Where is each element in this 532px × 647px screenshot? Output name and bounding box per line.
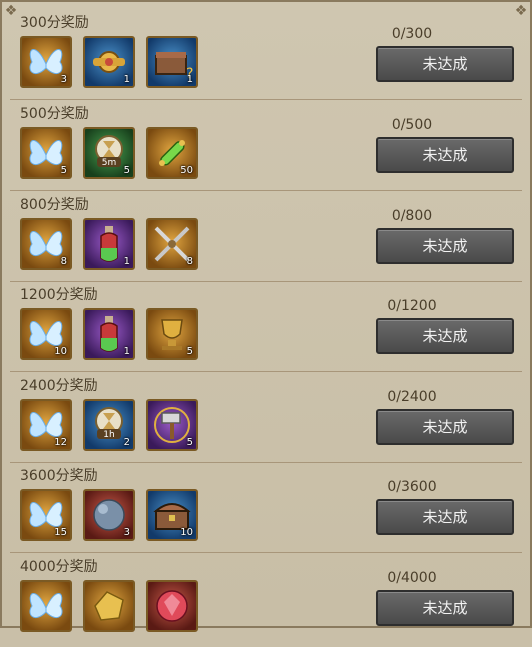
row-divider [10, 371, 522, 372]
item-count: 15 [54, 527, 67, 538]
score-progress: 0/500 [391, 117, 433, 133]
row-divider [10, 99, 522, 100]
reward-row: 800分奖励 8 1 8 0/800 未达成 [16, 194, 514, 285]
item-count: 1 [123, 256, 130, 267]
reward-item-slot[interactable]: 10 [20, 308, 72, 360]
score-progress: 0/300 [391, 26, 433, 42]
score-progress: 0/2400 [387, 389, 437, 405]
reward-item-slot[interactable]: 5 [20, 127, 72, 179]
row-divider [10, 281, 522, 282]
reward-item-slot[interactable]: 8 [20, 218, 72, 270]
reward-item-slot[interactable]: 1h1h2 [83, 399, 135, 451]
item-count: 2 [123, 437, 130, 448]
item-count: 8 [186, 256, 193, 267]
item-count: 3 [123, 527, 130, 538]
reward-title: 3600分奖励 [20, 468, 98, 484]
claim-button[interactable]: 未达成 [376, 228, 514, 264]
reward-item-slot[interactable]: 50 [146, 127, 198, 179]
reward-title: 800分奖励 [20, 197, 89, 213]
reward-item-slot[interactable]: 3 [83, 489, 135, 541]
reward-item-slot[interactable] [83, 580, 135, 632]
item-count: 10 [54, 346, 67, 357]
item-count: 50 [180, 165, 193, 176]
item-count: 1 [123, 74, 130, 85]
reward-title: 4000分奖励 [20, 559, 98, 575]
claim-button[interactable]: 未达成 [376, 499, 514, 535]
item-count: 5 [60, 165, 67, 176]
claim-button[interactable]: 未达成 [376, 46, 514, 82]
row-divider [10, 552, 522, 553]
row-divider [10, 190, 522, 191]
reward-row: 300分奖励 3 1? 1 0/300 未达成 [16, 12, 514, 103]
reward-row: 1200分奖励 10 1 5 0/1200 未达成 [16, 284, 514, 375]
reward-item-slot[interactable]: 10 [146, 489, 198, 541]
item-count: 5 [186, 437, 193, 448]
score-progress: 0/800 [391, 208, 433, 224]
reward-item-slot[interactable]: 3 [20, 36, 72, 88]
reward-title: 300分奖励 [20, 15, 89, 31]
reward-row: 500分奖励55m5m5500/500未达成 [16, 103, 514, 194]
claim-button[interactable]: 未达成 [376, 590, 514, 626]
score-progress: 0/4000 [387, 570, 437, 586]
reward-item-slot[interactable]: 12 [20, 399, 72, 451]
score-progress: 0/1200 [387, 298, 437, 314]
corner-ornament-icon: ❖ [514, 3, 528, 19]
item-count: 1 [123, 346, 130, 357]
reward-item-slot[interactable]: 8 [146, 218, 198, 270]
item-count: 1 [186, 74, 193, 85]
item-count: 8 [60, 256, 67, 267]
reward-item-slot[interactable]: 5 [146, 308, 198, 360]
item-count: 10 [180, 527, 193, 538]
claim-button[interactable]: 未达成 [376, 409, 514, 445]
reward-title: 2400分奖励 [20, 378, 98, 394]
item-count: 12 [54, 437, 67, 448]
reward-item-slot[interactable]: 1 [83, 218, 135, 270]
reward-item-slot[interactable] [20, 580, 72, 632]
claim-button[interactable]: 未达成 [376, 318, 514, 354]
item-count: 5 [186, 346, 193, 357]
reward-item-slot[interactable] [146, 580, 198, 632]
reward-item-slot[interactable]: 5 [146, 399, 198, 451]
score-progress: 0/3600 [387, 479, 437, 495]
reward-row: 3600分奖励 15 3 10 0/3600 未达成 [16, 465, 514, 556]
svg-text:1h: 1h [103, 430, 114, 440]
row-divider [10, 462, 522, 463]
svg-text:5m: 5m [102, 158, 117, 168]
claim-button[interactable]: 未达成 [376, 137, 514, 173]
reward-item-slot[interactable]: 1 [83, 308, 135, 360]
reward-title: 1200分奖励 [20, 287, 98, 303]
reward-item-slot[interactable]: 15 [20, 489, 72, 541]
reward-row: 4000分奖励 0/4000 未达成 [16, 556, 514, 647]
reward-item-slot[interactable]: 5m5m5 [83, 127, 135, 179]
reward-title: 500分奖励 [20, 106, 89, 122]
item-count: 5 [123, 165, 130, 176]
reward-item-slot[interactable]: ? 1 [146, 36, 198, 88]
item-count: 3 [60, 74, 67, 85]
reward-row: 2400分奖励121h1h250/2400未达成 [16, 375, 514, 466]
reward-item-slot[interactable]: 1 [83, 36, 135, 88]
